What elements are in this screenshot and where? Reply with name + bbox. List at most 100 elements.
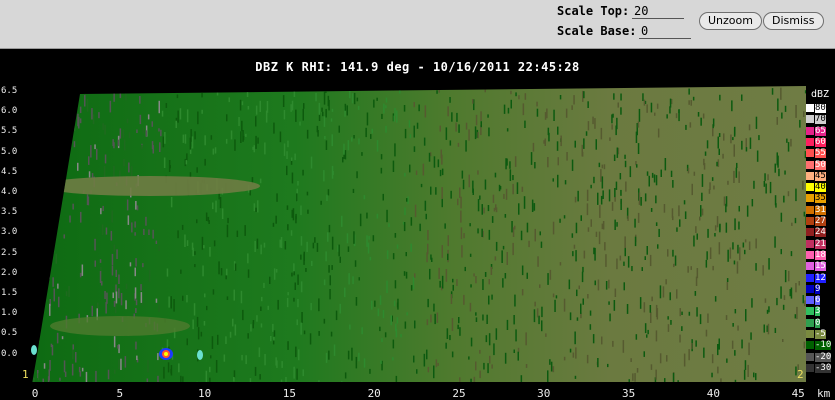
echo-speckle bbox=[104, 124, 106, 135]
echo-speckle bbox=[84, 95, 86, 107]
echo-speckle bbox=[672, 249, 674, 257]
echo-speckle bbox=[371, 300, 373, 310]
echo-speckle bbox=[120, 358, 122, 370]
echo-speckle bbox=[514, 156, 517, 167]
rhi-radar-plot[interactable] bbox=[20, 86, 806, 382]
echo-speckle bbox=[423, 137, 426, 146]
echo-speckle bbox=[264, 354, 266, 366]
echo-speckle bbox=[575, 222, 578, 234]
echo-speckle bbox=[741, 140, 743, 150]
echo-speckle bbox=[515, 329, 517, 342]
echo-speckle bbox=[134, 267, 136, 277]
echo-speckle bbox=[639, 297, 642, 309]
echo-speckle bbox=[697, 112, 700, 117]
x-tick-label: 20 bbox=[367, 387, 381, 400]
echo-speckle bbox=[435, 359, 438, 368]
echo-speckle bbox=[609, 313, 611, 322]
echo-speckle bbox=[489, 355, 491, 364]
echo-speckle bbox=[690, 266, 692, 270]
echo-speckle bbox=[303, 103, 305, 109]
echo-speckle bbox=[666, 355, 668, 362]
echo-speckle bbox=[88, 156, 90, 165]
x-tick-label: 30 bbox=[537, 387, 551, 400]
echo-speckle bbox=[135, 341, 137, 350]
echo-speckle bbox=[802, 180, 804, 190]
echo-speckle bbox=[659, 285, 662, 299]
echo-speckle bbox=[787, 191, 790, 197]
echo-speckle bbox=[650, 102, 653, 113]
echo-speckle bbox=[147, 360, 149, 373]
echo-speckle bbox=[242, 136, 245, 141]
echo-speckle bbox=[253, 145, 255, 153]
echo-speckle bbox=[734, 350, 736, 356]
echo-speckle bbox=[679, 308, 681, 317]
echo-speckle bbox=[693, 171, 696, 176]
echo-speckle bbox=[382, 193, 384, 201]
echo-speckle bbox=[430, 314, 432, 323]
echo-speckle bbox=[531, 199, 534, 212]
echo-speckle bbox=[536, 308, 539, 318]
echo-speckle bbox=[276, 360, 278, 368]
echo-speckle bbox=[609, 137, 611, 141]
echo-speckle bbox=[477, 199, 480, 212]
echo-speckle bbox=[741, 339, 743, 349]
echo-speckle bbox=[539, 231, 541, 236]
echo-speckle bbox=[554, 299, 556, 312]
echo-speckle bbox=[651, 172, 654, 178]
echo-speckle bbox=[219, 197, 222, 209]
echo-speckle bbox=[164, 132, 166, 144]
echo-speckle bbox=[113, 244, 116, 252]
echo-speckle bbox=[619, 173, 622, 180]
echo-speckle bbox=[96, 148, 98, 160]
y-tick-label: 0.0 bbox=[1, 348, 18, 359]
scale-base-input[interactable] bbox=[639, 24, 691, 39]
echo-speckle bbox=[157, 375, 159, 382]
colorbar-swatch bbox=[806, 217, 814, 225]
echo-speckle bbox=[257, 137, 259, 144]
echo-speckle bbox=[746, 205, 749, 217]
echo-speckle bbox=[127, 215, 130, 225]
y-tick-label: 2.5 bbox=[1, 247, 18, 258]
echo-speckle bbox=[736, 261, 739, 274]
echo-speckle bbox=[521, 289, 524, 296]
echo-speckle bbox=[784, 105, 787, 112]
echo-speckle bbox=[392, 357, 394, 361]
dismiss-button[interactable]: Dismiss bbox=[763, 12, 824, 30]
echo-speckle bbox=[484, 272, 487, 277]
echo-speckle bbox=[178, 363, 180, 373]
echo-speckle bbox=[394, 233, 397, 238]
echo-speckle bbox=[704, 151, 707, 156]
echo-speckle bbox=[688, 88, 690, 95]
echo-speckle bbox=[382, 310, 385, 319]
echo-speckle bbox=[488, 295, 490, 305]
radar-echo-field bbox=[32, 86, 806, 382]
echo-speckle bbox=[416, 122, 419, 129]
echo-speckle bbox=[790, 138, 792, 147]
scale-top-input[interactable] bbox=[632, 4, 684, 19]
echo-speckle bbox=[125, 283, 128, 290]
colorbar-label: -10 bbox=[815, 340, 832, 351]
unzoom-button[interactable]: Unzoom bbox=[699, 12, 762, 30]
echo-speckle bbox=[366, 235, 368, 247]
echo-speckle bbox=[194, 264, 196, 268]
echo-speckle bbox=[592, 334, 595, 344]
echo-speckle bbox=[61, 336, 64, 340]
echo-speckle bbox=[189, 137, 192, 150]
echo-speckle bbox=[670, 170, 673, 177]
echo-speckle bbox=[135, 201, 137, 210]
echo-speckle bbox=[433, 156, 436, 168]
echo-speckle bbox=[355, 356, 358, 369]
echo-speckle bbox=[711, 177, 714, 181]
echo-speckle bbox=[771, 88, 774, 95]
echo-speckle bbox=[626, 304, 629, 314]
echo-speckle bbox=[143, 228, 145, 235]
echo-speckle bbox=[688, 349, 690, 361]
echo-speckle bbox=[383, 103, 385, 114]
echo-speckle bbox=[226, 296, 229, 300]
echo-speckle bbox=[587, 101, 589, 108]
echo-speckle bbox=[128, 162, 130, 173]
echo-speckle bbox=[370, 134, 372, 139]
echo-speckle bbox=[413, 146, 416, 152]
echo-speckle bbox=[571, 233, 574, 238]
echo-speckle bbox=[784, 170, 786, 175]
